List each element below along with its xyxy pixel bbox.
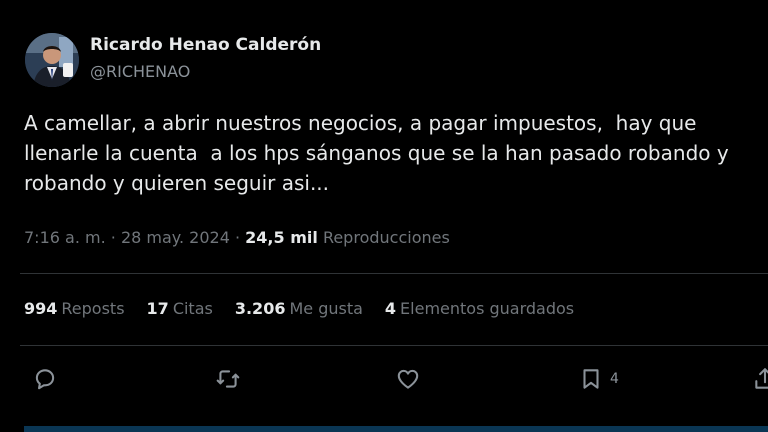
next-item-edge: [24, 426, 768, 432]
like-button[interactable]: [395, 364, 421, 394]
divider: [20, 273, 768, 274]
bookmark-button[interactable]: 4: [578, 364, 619, 394]
stat-label: Citas: [172, 299, 213, 318]
tweet-meta: 7:16 a. m. · 28 may. 2024 · 24,5 mil Rep…: [24, 228, 450, 247]
stat-count: 17: [146, 299, 169, 318]
tweet-text: A camellar, a abrir nuestros negocios, a…: [24, 111, 729, 195]
avatar-photo: [25, 33, 79, 87]
stat-count: 4: [384, 299, 397, 318]
stat-likes[interactable]: 3.206 Me gusta: [235, 299, 363, 318]
bookmark-icon: [583, 369, 599, 389]
bookmark-count: 4: [610, 371, 619, 387]
tweet-date[interactable]: 28 may. 2024: [121, 228, 230, 247]
tweet-detail: Ricardo Henao Calderón @RICHENAO A camel…: [0, 0, 768, 432]
repost-icon: [216, 370, 240, 388]
views-count: 24,5 mil: [245, 228, 318, 247]
share-button[interactable]: [752, 364, 768, 394]
repost-button[interactable]: [215, 364, 241, 394]
heart-icon: [397, 369, 419, 389]
stat-bookmarks[interactable]: 4 Elementos guardados: [385, 299, 574, 318]
divider: [20, 345, 768, 346]
stat-label: Elementos guardados: [400, 299, 575, 318]
stat-label: Reposts: [61, 299, 125, 318]
meta-separator: ·: [234, 228, 241, 247]
author-name[interactable]: Ricardo Henao Calderón: [90, 35, 321, 55]
share-icon: [755, 368, 768, 389]
stat-quotes[interactable]: 17 Citas: [147, 299, 213, 318]
reply-button[interactable]: [32, 364, 58, 394]
meta-separator: ·: [110, 228, 116, 247]
stat-reposts[interactable]: 994 Reposts: [24, 299, 125, 318]
engagement-stats: 994 Reposts 17 Citas 3.206 Me gusta 4 Elementos…: [24, 299, 596, 318]
avatar[interactable]: [25, 33, 79, 87]
reply-icon: [35, 369, 55, 390]
author-handle[interactable]: @RICHENAO: [90, 62, 190, 81]
tweet-time[interactable]: 7:16 a. m.: [24, 228, 106, 247]
stat-count: 994: [24, 299, 58, 318]
stat-label: Me gusta: [289, 299, 363, 318]
stat-count: 3.206: [234, 299, 286, 318]
views-label: Reproducciones: [322, 228, 450, 247]
